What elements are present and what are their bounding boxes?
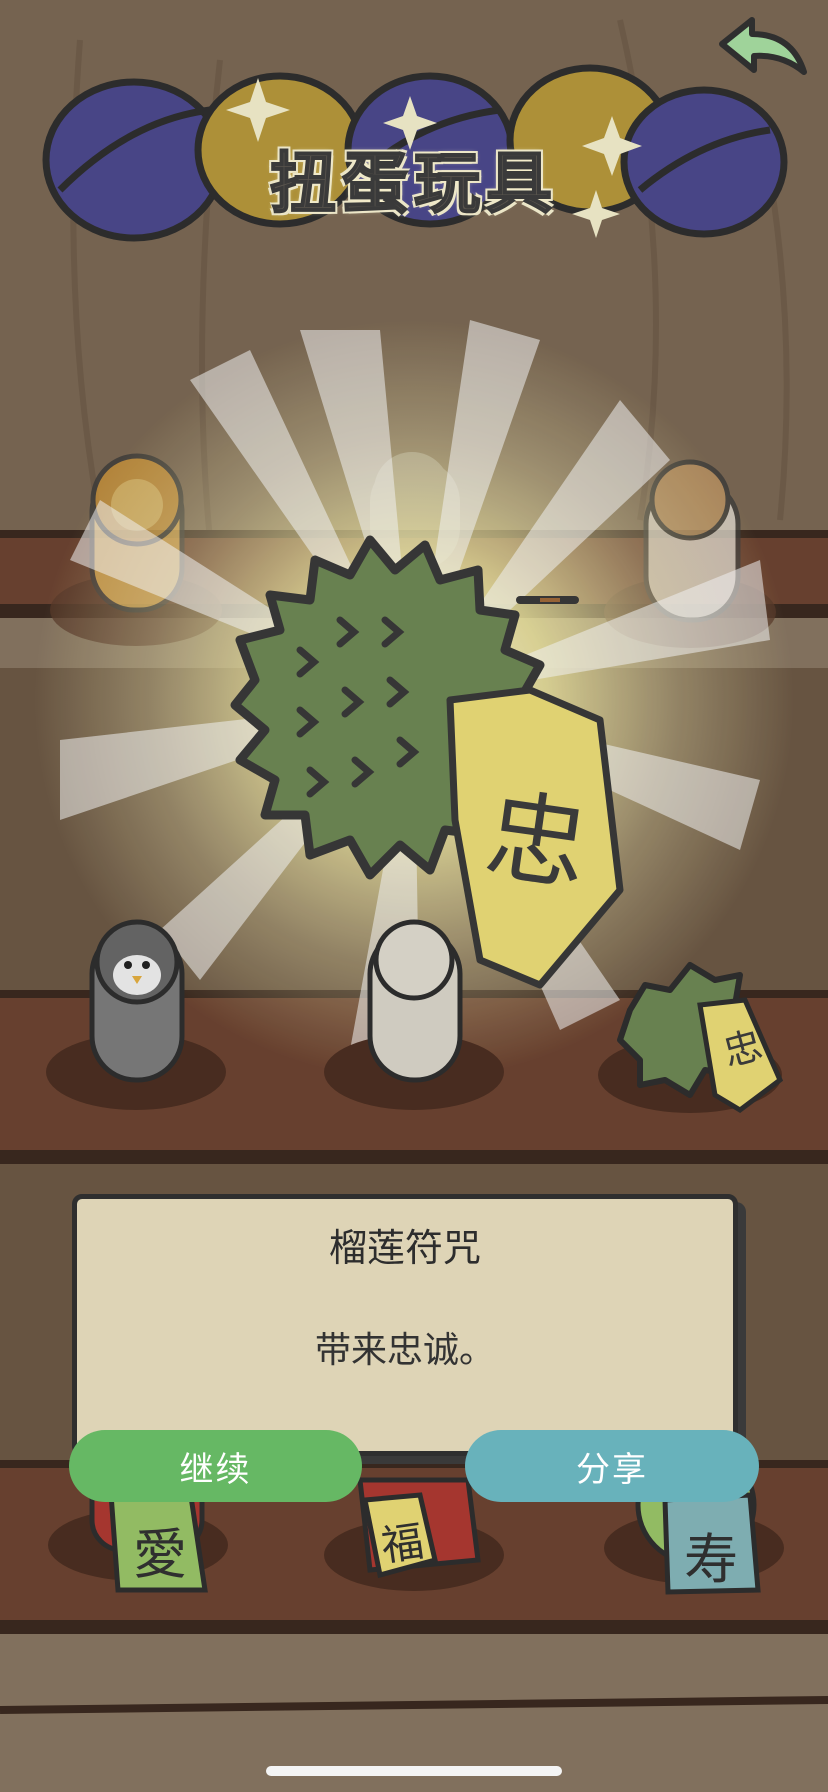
gacha-result-screen: 忠 忠 愛 福 寿 扭蛋玩具 榴莲符咒 带来忠诚。 继续 分享 — [0, 0, 828, 1792]
item-description: 带来忠诚。 — [314, 1330, 495, 1371]
back-arrow-icon — [719, 17, 807, 75]
fortune-charm-tag-glyph: 福 — [378, 1516, 427, 1571]
love-charm-tag-glyph: 愛 — [133, 1523, 187, 1586]
page-title: 扭蛋玩具 — [269, 144, 558, 223]
item-name: 榴莲符咒 — [328, 1226, 481, 1270]
share-button[interactable]: 分享 — [465, 1430, 759, 1502]
back-button[interactable] — [712, 14, 812, 94]
longevity-charm-tag-glyph: 寿 — [684, 1528, 738, 1591]
featured-tag-glyph: 忠 — [479, 776, 595, 907]
continue-button[interactable]: 继续 — [69, 1430, 362, 1502]
item-info-card: 榴莲符咒 带来忠诚。 — [72, 1194, 738, 1456]
home-indicator[interactable] — [266, 1766, 562, 1776]
